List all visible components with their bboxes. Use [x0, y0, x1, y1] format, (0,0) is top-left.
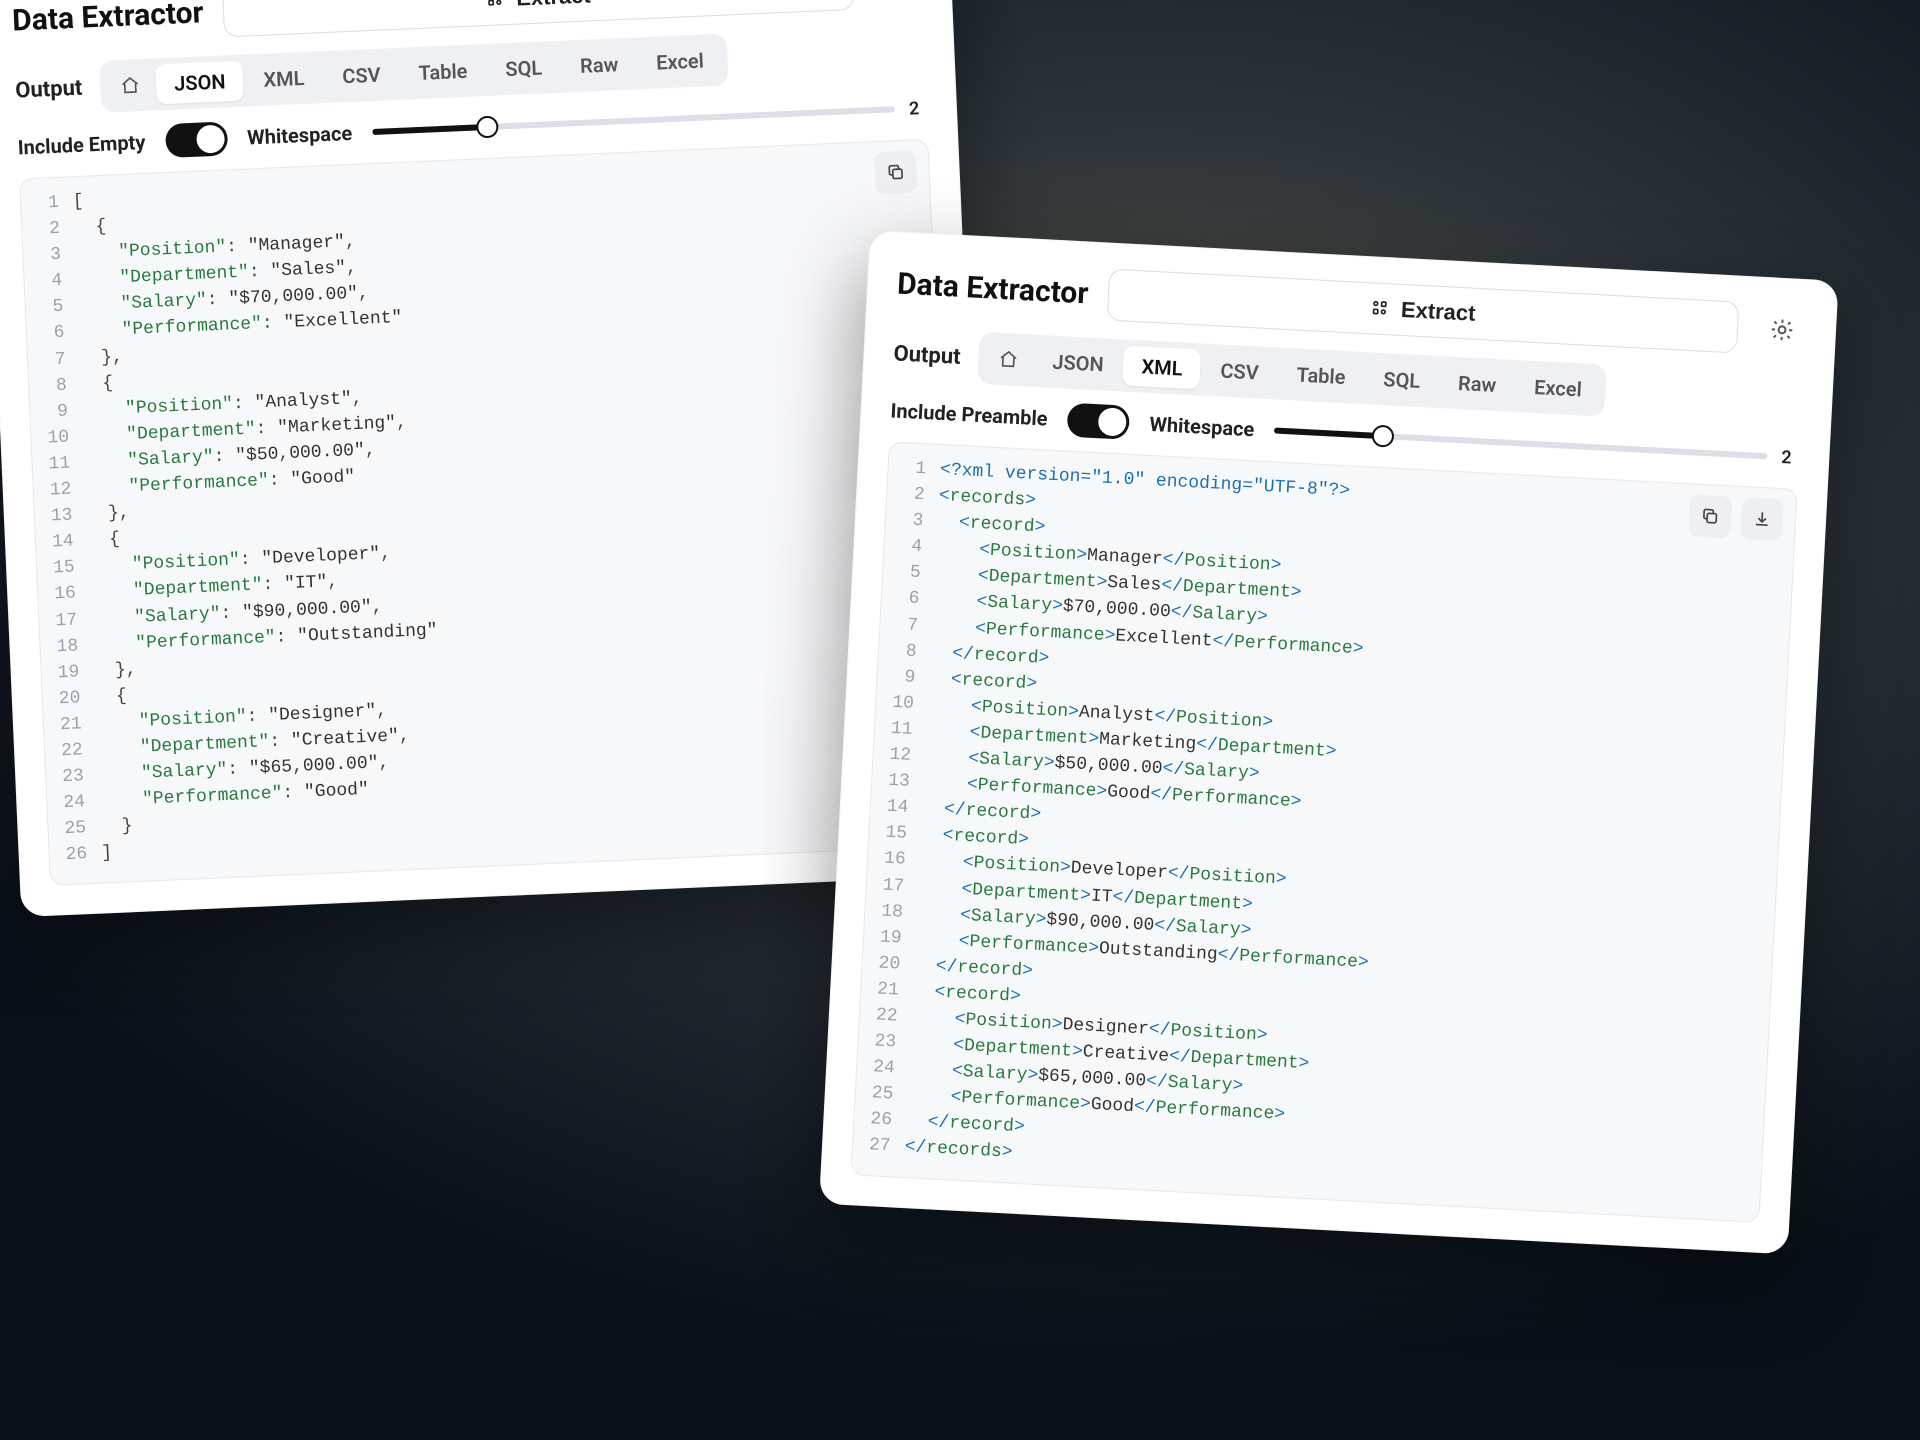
tab-xml[interactable]: XML: [1123, 345, 1202, 389]
app-title: Data Extractor: [896, 266, 1089, 311]
code-panel-json: 1[2 {3 "Position": "Manager",4 "Departme…: [19, 139, 959, 886]
output-tabs: JSON XML CSV Table SQL Raw Excel: [99, 33, 729, 112]
whitespace-slider[interactable]: [1274, 427, 1767, 459]
home-icon: [120, 75, 141, 96]
tab-xml[interactable]: XML: [245, 57, 324, 100]
tab-excel[interactable]: Excel: [1515, 366, 1601, 410]
copy-icon: [1700, 506, 1721, 527]
home-icon: [998, 349, 1019, 370]
whitespace-slider[interactable]: [372, 106, 895, 135]
tab-excel[interactable]: Excel: [637, 40, 722, 84]
tab-sql[interactable]: SQL: [486, 47, 560, 90]
output-label: Output: [15, 75, 83, 103]
code-block-xml[interactable]: 1<?xml version="1.0" encoding="UTF-8"?>2…: [868, 455, 1780, 1204]
tab-raw[interactable]: Raw: [1439, 362, 1515, 406]
settings-button[interactable]: [872, 0, 922, 7]
download-icon: [1752, 509, 1773, 530]
extract-icon: [486, 0, 507, 10]
extract-label: Extract: [1400, 297, 1476, 327]
include-empty-toggle[interactable]: [165, 121, 228, 158]
copy-icon: [885, 162, 906, 183]
whitespace-value: 2: [1781, 447, 1800, 469]
download-button[interactable]: [1740, 497, 1784, 541]
extract-button[interactable]: Extract: [1107, 269, 1739, 354]
tab-home[interactable]: [984, 340, 1034, 378]
include-preamble-toggle[interactable]: [1067, 403, 1131, 440]
tab-csv[interactable]: CSV: [323, 54, 399, 97]
tab-raw[interactable]: Raw: [561, 43, 637, 86]
copy-button[interactable]: [1688, 494, 1732, 538]
include-preamble-label: Include Preamble: [890, 398, 1048, 430]
whitespace-label: Whitespace: [1149, 412, 1255, 441]
tab-json[interactable]: JSON: [155, 61, 244, 105]
tab-sql[interactable]: SQL: [1364, 358, 1439, 402]
output-label: Output: [893, 341, 961, 369]
code-panel-xml: 1<?xml version="1.0" encoding="UTF-8"?>2…: [851, 441, 1798, 1222]
app-title: Data Extractor: [11, 0, 204, 38]
tab-table[interactable]: Table: [1278, 354, 1365, 398]
copy-button[interactable]: [874, 150, 918, 194]
include-empty-label: Include Empty: [17, 130, 146, 160]
whitespace-label: Whitespace: [247, 121, 353, 150]
tab-table[interactable]: Table: [400, 50, 487, 94]
whitespace-value: 2: [908, 97, 927, 119]
gear-icon: [1768, 316, 1795, 343]
tab-home[interactable]: [105, 67, 155, 105]
extractor-card-xml: Data Extractor Extract Output: [819, 230, 1839, 1254]
extract-label: Extract: [516, 0, 592, 12]
tab-json[interactable]: JSON: [1033, 341, 1122, 386]
extract-icon: [1370, 298, 1391, 319]
code-block-json[interactable]: 1[2 {3 "Position": "Manager",4 "Departme…: [37, 153, 942, 869]
tab-csv[interactable]: CSV: [1201, 350, 1277, 394]
settings-button[interactable]: [1757, 305, 1807, 355]
